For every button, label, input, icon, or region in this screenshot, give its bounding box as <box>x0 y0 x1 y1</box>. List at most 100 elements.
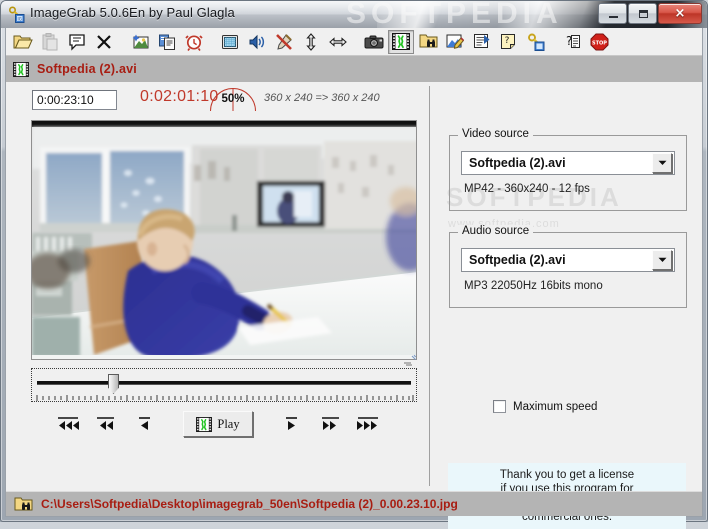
video-mode-button[interactable] <box>388 29 414 54</box>
zoom-level-label: 50% <box>221 93 245 105</box>
brush-cancel-icon <box>276 33 292 50</box>
current-time-input[interactable]: 0:00:23:10 <box>32 90 117 110</box>
comment-button[interactable] <box>64 30 90 54</box>
chevron-down-icon[interactable] <box>652 153 672 173</box>
resize-grip-icon[interactable] <box>402 354 416 366</box>
close-x-icon <box>97 34 111 49</box>
step-back-button[interactable] <box>91 411 121 437</box>
slider-thumb[interactable] <box>108 374 119 394</box>
svg-text:STOP: STOP <box>592 40 607 46</box>
properties-icon <box>474 34 490 48</box>
capture-photo-button[interactable] <box>361 30 387 54</box>
key-app-icon: IG <box>8 6 25 23</box>
copy-pages-icon <box>159 34 175 50</box>
document-title: Softpedia (2).avi <box>37 62 137 76</box>
register-key-button[interactable] <box>523 30 549 54</box>
window-title: ImageGrab 5.0.6En by Paul Glagla <box>30 5 235 20</box>
maximum-speed-row[interactable]: Maximum speed <box>493 400 597 413</box>
video-source-legend: Video source <box>458 128 533 140</box>
vertical-resize-button[interactable] <box>298 30 324 54</box>
slider-track <box>37 381 411 385</box>
stop-button[interactable]: STOP <box>586 30 612 54</box>
seek-slider[interactable] <box>31 368 417 402</box>
separator-3 <box>352 30 361 54</box>
camera-icon <box>364 35 384 48</box>
arrows-vertical-icon <box>306 32 316 51</box>
minimize-button[interactable] <box>598 3 627 24</box>
timer-button[interactable] <box>181 30 207 54</box>
play-button[interactable]: Play <box>183 411 253 437</box>
single-left-icon <box>139 417 150 430</box>
key-register-icon <box>527 33 544 51</box>
close-file-button[interactable] <box>91 30 117 54</box>
maximize-button[interactable] <box>628 3 657 24</box>
chevron-down-icon[interactable] <box>652 250 672 270</box>
step-forward-button[interactable] <box>315 411 345 437</box>
svg-text:?: ? <box>505 36 510 46</box>
triple-left-icon <box>58 417 79 430</box>
status-bar: C:\Users\Softpedia\Desktop\imagegrab_50e… <box>6 491 702 516</box>
audio-source-value: Softpedia (2).avi <box>469 253 566 267</box>
window-controls: × <box>597 3 702 24</box>
copy-button[interactable] <box>154 30 180 54</box>
arrows-horizontal-icon <box>329 36 347 47</box>
single-right-icon <box>286 417 297 430</box>
frame-back-button[interactable] <box>129 411 159 437</box>
question-note-icon: ? <box>501 34 515 49</box>
minimize-icon <box>609 16 618 18</box>
folder-binoculars-icon <box>419 34 437 48</box>
client-area: ? ? STOP Softpedia (2).avi 0:00:23:10 0:… <box>5 28 703 529</box>
edit-image-button[interactable] <box>442 30 468 54</box>
video-preview[interactable] <box>31 120 417 360</box>
pane-divider <box>429 86 430 486</box>
timecode-row: 0:00:23:10 0:02:01:10 50% 360 x 240 => 3… <box>6 82 429 118</box>
maximum-speed-label: Maximum speed <box>513 400 598 413</box>
application-window: IG ImageGrab 5.0.6En by Paul Glagla SOFT… <box>0 0 708 529</box>
document-caption-bar: Softpedia (2).avi <box>6 56 702 82</box>
about-button[interactable]: ? <box>559 30 585 54</box>
audio-codec-info: MP3 22050Hz 16bits mono <box>464 280 603 292</box>
folder-binoculars-icon <box>14 497 33 510</box>
paste-button[interactable] <box>37 30 63 54</box>
no-paint-button[interactable] <box>271 30 297 54</box>
dimensions-label: 360 x 240 => 360 x 240 <box>264 92 380 104</box>
horizontal-resize-button[interactable] <box>325 30 351 54</box>
video-frame-image <box>32 121 416 359</box>
film-strip-icon <box>196 416 213 432</box>
speaker-icon <box>249 34 265 49</box>
monitor-icon <box>222 34 238 49</box>
pencil-image-icon <box>446 34 464 49</box>
sound-button[interactable] <box>244 30 270 54</box>
frame-forward-button[interactable] <box>277 411 307 437</box>
browse-folder-button[interactable] <box>415 30 441 54</box>
screen-button[interactable] <box>217 30 243 54</box>
play-button-label: Play <box>217 416 240 431</box>
svg-text:IG: IG <box>18 17 22 22</box>
help-button[interactable]: ? <box>496 30 522 54</box>
skip-forward-fast-button[interactable] <box>353 411 383 437</box>
close-button[interactable]: × <box>658 3 702 24</box>
alarm-clock-icon <box>185 34 203 51</box>
audio-source-select[interactable]: Softpedia (2).avi <box>461 248 675 272</box>
new-image-icon <box>132 34 148 48</box>
total-time-label: 0:02:01:10 <box>140 88 219 105</box>
slider-ticks <box>36 395 414 401</box>
zoom-gauge[interactable]: 50% <box>209 88 257 112</box>
open-folder-icon <box>13 35 33 48</box>
license-line-1: Thank you to get a license <box>499 469 635 481</box>
properties-button[interactable] <box>469 30 495 54</box>
clipboard-icon <box>42 32 58 50</box>
skip-back-fast-button[interactable] <box>53 411 83 437</box>
video-source-select[interactable]: Softpedia (2).avi <box>461 151 675 175</box>
double-left-icon <box>97 417 114 430</box>
open-file-button[interactable] <box>10 30 36 54</box>
triple-right-icon <box>357 417 378 430</box>
separator-4 <box>550 30 559 54</box>
title-bar: IG ImageGrab 5.0.6En by Paul Glagla SOFT… <box>1 1 707 28</box>
film-strip-icon <box>13 61 29 77</box>
main-toolbar: ? ? STOP <box>6 28 702 56</box>
audio-source-legend: Audio source <box>458 225 534 237</box>
maximum-speed-checkbox[interactable] <box>493 400 506 413</box>
new-image-button[interactable] <box>127 30 153 54</box>
film-strip-icon <box>392 33 410 50</box>
